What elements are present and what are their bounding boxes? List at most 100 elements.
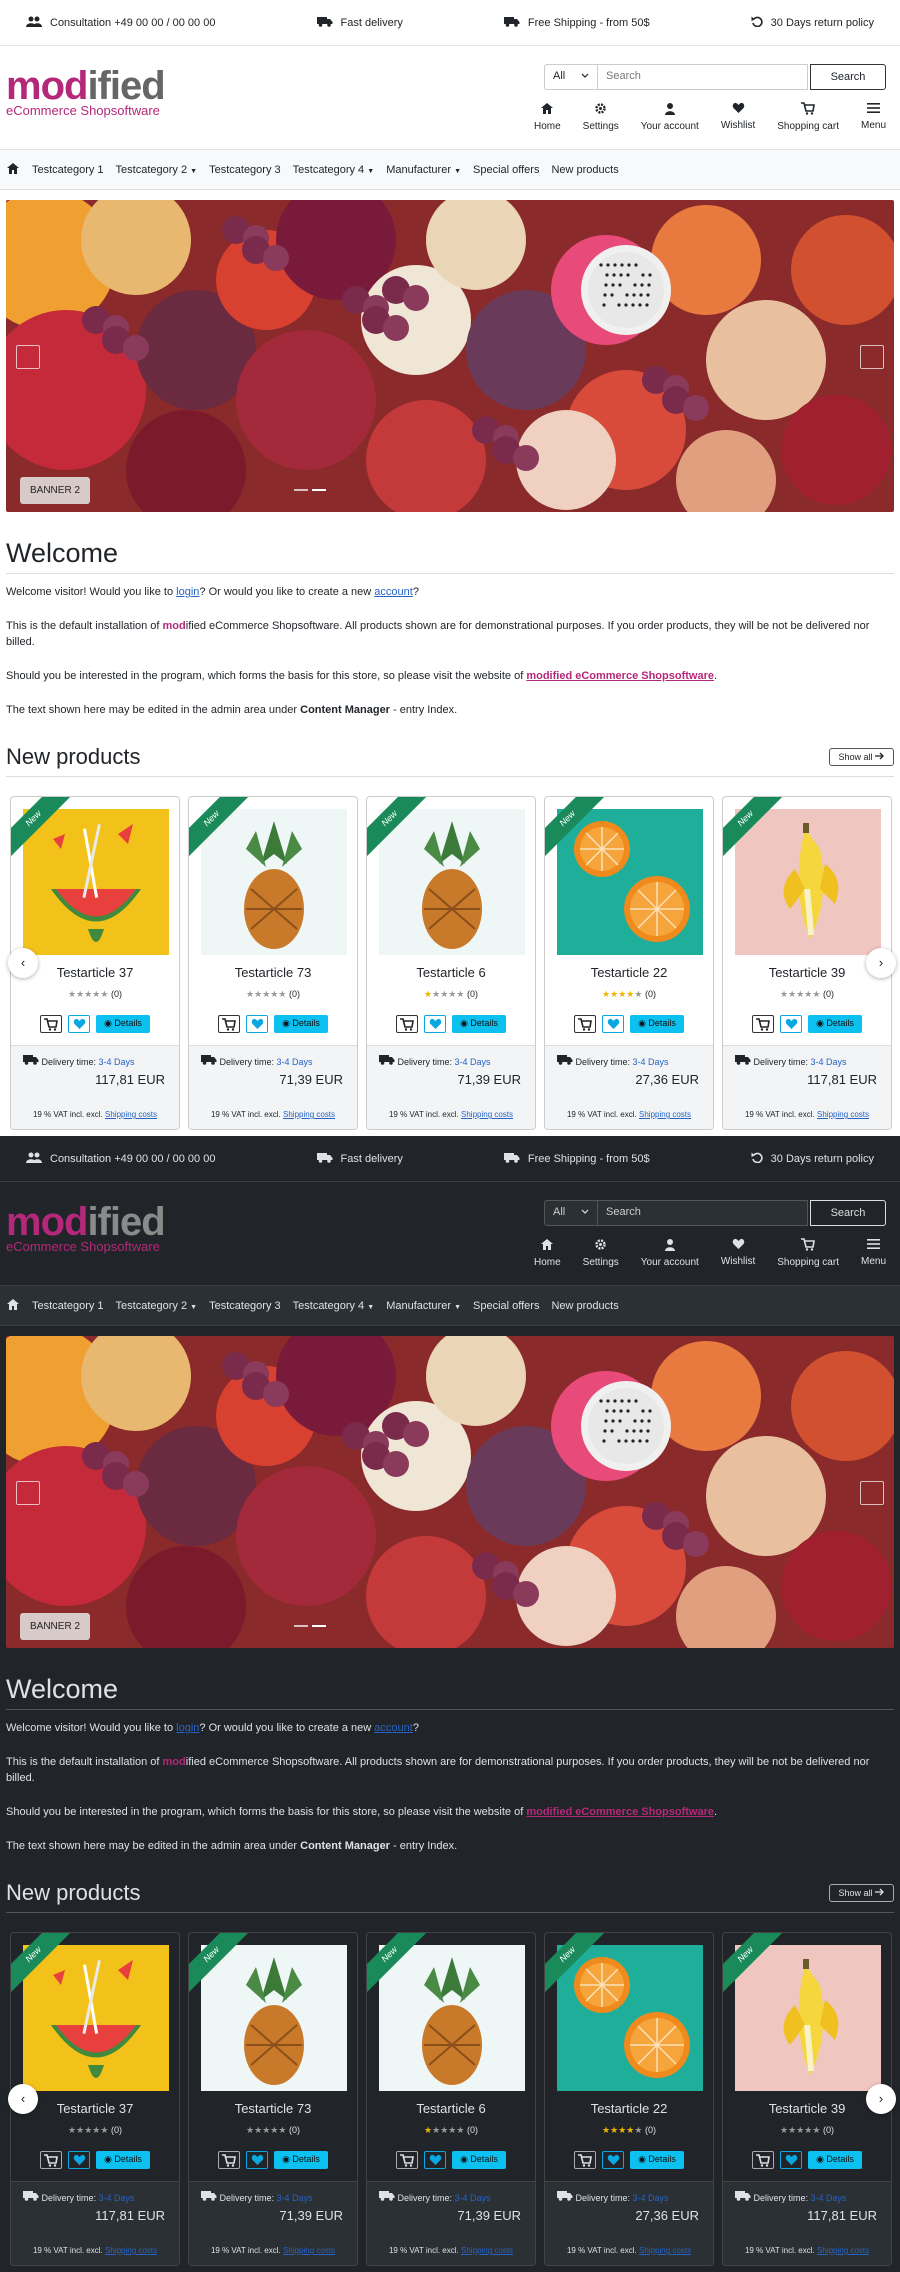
delivery-time-link[interactable]: 3-4 Days xyxy=(455,2193,491,2203)
product-name[interactable]: Testarticle 73 xyxy=(189,2101,357,2116)
product-image[interactable] xyxy=(201,1945,347,2091)
modified-website-link[interactable]: modified eCommerce Shopsoftware xyxy=(526,670,714,682)
category-nav-item[interactable]: Testcategory 1 xyxy=(32,1300,104,1312)
nav-settings[interactable]: Settings xyxy=(583,1238,619,1268)
details-button[interactable]: ◉ Details xyxy=(630,1015,684,1033)
carousel-prev-button[interactable]: ‹ xyxy=(8,948,38,978)
modified-website-link[interactable]: modified eCommerce Shopsoftware xyxy=(526,1806,714,1818)
product-name[interactable]: Testarticle 6 xyxy=(367,2101,535,2116)
home-icon[interactable] xyxy=(6,162,20,178)
details-button[interactable]: ◉ Details xyxy=(274,2151,328,2169)
shipping-costs-link[interactable]: Shipping costs xyxy=(461,2246,513,2255)
category-nav-item[interactable]: Testcategory 3 xyxy=(209,164,281,176)
add-to-wishlist-button[interactable] xyxy=(602,2151,625,2169)
banner-prev-button[interactable] xyxy=(16,345,40,369)
product-image[interactable] xyxy=(557,809,703,955)
add-to-cart-button[interactable] xyxy=(574,2151,597,2169)
product-card[interactable]: New Testarticle 73 ★★★★★ (0) ◉ Details D… xyxy=(188,796,358,1130)
product-card[interactable]: New Testarticle 22 ★★★★★ (0) ◉ Details D… xyxy=(544,1932,714,2266)
product-card[interactable]: New Testarticle 6 ★★★★★ (0) ◉ Details De… xyxy=(366,1932,536,2266)
nav-menu[interactable]: Menu xyxy=(861,102,886,132)
carousel-prev-button[interactable]: ‹ xyxy=(8,2084,38,2114)
shipping-costs-link[interactable]: Shipping costs xyxy=(105,1110,157,1119)
nav-your-account[interactable]: Your account xyxy=(641,1238,699,1268)
add-to-wishlist-button[interactable] xyxy=(424,1015,447,1033)
category-nav-item[interactable]: Testcategory 2 ▼ xyxy=(116,1300,198,1312)
add-to-cart-button[interactable] xyxy=(40,2151,63,2169)
shipping-costs-link[interactable]: Shipping costs xyxy=(105,2246,157,2255)
nav-shopping-cart[interactable]: Shopping cart xyxy=(777,102,839,132)
nav-shopping-cart[interactable]: Shopping cart xyxy=(777,1238,839,1268)
search-category-select[interactable]: All xyxy=(544,1200,598,1226)
add-to-wishlist-button[interactable] xyxy=(780,1015,803,1033)
nav-wishlist[interactable]: Wishlist xyxy=(721,102,755,132)
carousel-next-button[interactable]: › xyxy=(866,2084,896,2114)
shipping-costs-link[interactable]: Shipping costs xyxy=(817,1110,869,1119)
nav-settings[interactable]: Settings xyxy=(583,102,619,132)
search-input[interactable]: Search xyxy=(598,1200,808,1226)
add-to-cart-button[interactable] xyxy=(40,1015,63,1033)
add-to-cart-button[interactable] xyxy=(396,1015,419,1033)
home-icon[interactable] xyxy=(6,1298,20,1314)
nav-menu[interactable]: Menu xyxy=(861,1238,886,1268)
logo[interactable]: modified eCommerce Shopsoftware xyxy=(6,64,166,118)
category-nav-item[interactable]: Testcategory 1 xyxy=(32,164,104,176)
hero-banner[interactable]: BANNER 2 xyxy=(6,200,894,512)
carousel-next-button[interactable]: › xyxy=(866,948,896,978)
hero-banner[interactable]: BANNER 2 xyxy=(6,1336,894,1648)
nav-your-account[interactable]: Your account xyxy=(641,102,699,132)
search-button[interactable]: Search xyxy=(810,1200,886,1226)
details-button[interactable]: ◉ Details xyxy=(96,1015,150,1033)
category-nav-item[interactable]: Testcategory 4 ▼ xyxy=(293,1300,375,1312)
account-link[interactable]: account xyxy=(374,1722,413,1734)
account-link[interactable]: account xyxy=(374,586,413,598)
product-image[interactable] xyxy=(379,1945,525,2091)
shipping-costs-link[interactable]: Shipping costs xyxy=(639,1110,691,1119)
category-nav-item[interactable]: Special offers xyxy=(473,1300,539,1312)
add-to-cart-button[interactable] xyxy=(574,1015,597,1033)
nav-home[interactable]: Home xyxy=(534,1238,561,1268)
details-button[interactable]: ◉ Details xyxy=(274,1015,328,1033)
details-button[interactable]: ◉ Details xyxy=(452,2151,506,2169)
logo[interactable]: modified eCommerce Shopsoftware xyxy=(6,1200,166,1254)
add-to-wishlist-button[interactable] xyxy=(68,2151,91,2169)
delivery-time-link[interactable]: 3-4 Days xyxy=(633,2193,669,2203)
add-to-wishlist-button[interactable] xyxy=(246,2151,269,2169)
product-image[interactable] xyxy=(23,809,169,955)
nav-home[interactable]: Home xyxy=(534,102,561,132)
category-nav-item[interactable]: Manufacturer ▼ xyxy=(386,164,461,176)
category-nav-item[interactable]: Testcategory 3 xyxy=(209,1300,281,1312)
details-button[interactable]: ◉ Details xyxy=(808,1015,862,1033)
delivery-time-link[interactable]: 3-4 Days xyxy=(811,2193,847,2203)
delivery-time-link[interactable]: 3-4 Days xyxy=(99,1057,135,1067)
delivery-time-link[interactable]: 3-4 Days xyxy=(277,2193,313,2203)
search-input[interactable]: Search xyxy=(598,64,808,90)
add-to-wishlist-button[interactable] xyxy=(424,2151,447,2169)
product-name[interactable]: Testarticle 73 xyxy=(189,965,357,980)
product-card[interactable]: New Testarticle 22 ★★★★★ (0) ◉ Details D… xyxy=(544,796,714,1130)
product-name[interactable]: Testarticle 6 xyxy=(367,965,535,980)
shipping-costs-link[interactable]: Shipping costs xyxy=(283,1110,335,1119)
product-name[interactable]: Testarticle 22 xyxy=(545,965,713,980)
nav-wishlist[interactable]: Wishlist xyxy=(721,1238,755,1268)
product-image[interactable] xyxy=(735,1945,881,2091)
shipping-costs-link[interactable]: Shipping costs xyxy=(639,2246,691,2255)
show-all-button[interactable]: Show all xyxy=(829,1884,894,1902)
add-to-wishlist-button[interactable] xyxy=(780,2151,803,2169)
product-image[interactable] xyxy=(379,809,525,955)
add-to-cart-button[interactable] xyxy=(218,2151,241,2169)
banner-next-button[interactable] xyxy=(860,1481,884,1505)
show-all-button[interactable]: Show all xyxy=(829,748,894,766)
product-name[interactable]: Testarticle 22 xyxy=(545,2101,713,2116)
details-button[interactable]: ◉ Details xyxy=(452,1015,506,1033)
category-nav-item[interactable]: New products xyxy=(551,1300,618,1312)
product-image[interactable] xyxy=(557,1945,703,2091)
add-to-cart-button[interactable] xyxy=(752,2151,775,2169)
details-button[interactable]: ◉ Details xyxy=(630,2151,684,2169)
category-nav-item[interactable]: Testcategory 2 ▼ xyxy=(116,164,198,176)
category-nav-item[interactable]: Special offers xyxy=(473,164,539,176)
category-nav-item[interactable]: Testcategory 4 ▼ xyxy=(293,164,375,176)
add-to-cart-button[interactable] xyxy=(218,1015,241,1033)
banner-prev-button[interactable] xyxy=(16,1481,40,1505)
shipping-costs-link[interactable]: Shipping costs xyxy=(817,2246,869,2255)
